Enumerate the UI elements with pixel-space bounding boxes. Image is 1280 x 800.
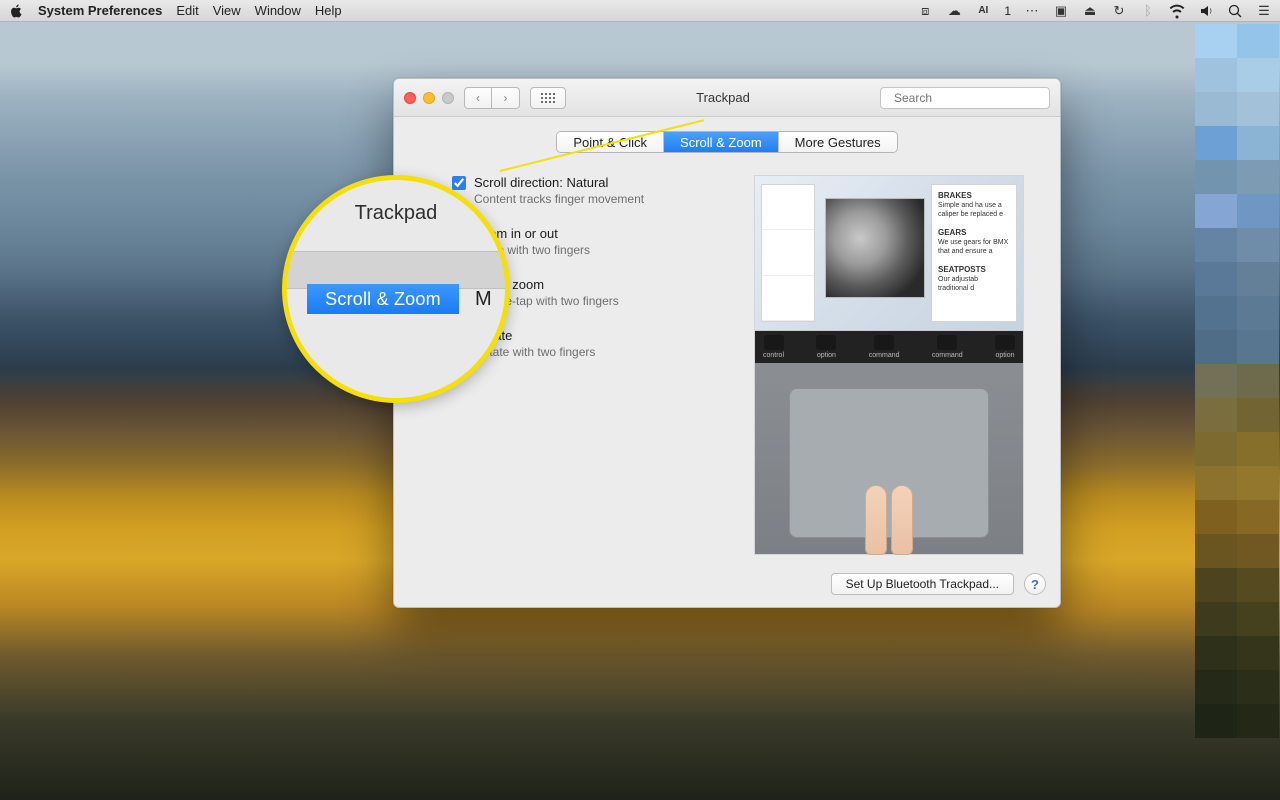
preview-body: Our adjustab traditional d [938, 276, 978, 292]
window-title: Trackpad [576, 90, 870, 105]
setup-bluetooth-button[interactable]: Set Up Bluetooth Trackpad... [831, 573, 1014, 595]
tab-more-gestures[interactable]: More Gestures [779, 132, 897, 152]
wifi-icon[interactable] [1169, 3, 1185, 19]
checkbox-scroll-direction[interactable] [452, 176, 466, 190]
menu-help[interactable]: Help [315, 3, 342, 18]
help-button[interactable]: ? [1024, 573, 1046, 595]
preview-thumbs [761, 184, 815, 322]
search-input[interactable] [894, 91, 1049, 105]
preview-heading: GEARS [938, 228, 966, 237]
option-scroll-direction[interactable]: Scroll direction: Natural Content tracks… [452, 175, 732, 206]
option-subtitle: Rotate with two fingers [474, 345, 732, 359]
preview-trackpad [789, 388, 989, 538]
zoom-icon [442, 92, 454, 104]
status-count: 1 [1004, 4, 1011, 18]
option-subtitle: Pinch with two fingers [474, 243, 732, 257]
airplay-icon[interactable]: ⏏ [1082, 3, 1098, 19]
key-label: option [995, 352, 1014, 359]
key-label: control [763, 352, 784, 359]
spotlight-icon[interactable] [1227, 3, 1243, 19]
preview-text-panel: BRAKES Simple and ha use a caliper be re… [931, 184, 1017, 322]
preview-heading: BRAKES [938, 191, 972, 200]
timemachine-icon[interactable]: ↻ [1111, 3, 1127, 19]
preview-fingers [865, 485, 913, 555]
window-titlebar: ‹ › Trackpad [394, 79, 1060, 117]
cloud-icon[interactable]: ☁ [946, 3, 962, 19]
menu-window[interactable]: Window [255, 3, 301, 18]
option-title: Scroll direction: Natural [474, 175, 608, 190]
menu-list-icon[interactable]: ☰ [1256, 3, 1272, 19]
preview-heading: SEATPOSTS [938, 265, 986, 274]
key-label: command [932, 352, 963, 359]
menu-view[interactable]: View [213, 3, 241, 18]
more-icon[interactable]: ⋯ [1024, 3, 1040, 19]
app-name[interactable]: System Preferences [38, 3, 162, 18]
preview-keys: control option command command option [755, 331, 1023, 363]
apple-icon[interactable] [8, 3, 24, 19]
callout-next-char: M [475, 288, 492, 311]
preview-photo [825, 198, 925, 298]
option-subtitle: Double-tap with two fingers [474, 294, 732, 308]
gesture-preview: BRAKES Simple and ha use a caliper be re… [754, 175, 1024, 555]
tab-scroll-zoom[interactable]: Scroll & Zoom [664, 132, 779, 152]
dropbox-icon[interactable]: ⧈ [917, 3, 933, 19]
display-icon[interactable]: ▣ [1053, 3, 1069, 19]
pixelation-artifact [1195, 24, 1280, 738]
menu-bar: System Preferences Edit View Window Help… [0, 0, 1280, 22]
callout-magnifier: Trackpad Scroll & Zoom M [282, 175, 510, 403]
preview-body: We use gears for BMX that and ensure a [938, 239, 1008, 255]
preview-body: Simple and ha use a caliper be replaced … [938, 202, 1003, 218]
key-label: option [817, 352, 836, 359]
grid-icon [541, 93, 555, 103]
minimize-icon[interactable] [423, 92, 435, 104]
bluetooth-icon[interactable]: ᛒ [1140, 3, 1156, 19]
window-controls [404, 92, 454, 104]
forward-button: › [492, 87, 520, 109]
menu-edit[interactable]: Edit [176, 3, 198, 18]
option-subtitle: Content tracks finger movement [474, 192, 732, 206]
preview-screen: BRAKES Simple and ha use a caliper be re… [755, 176, 1023, 331]
preview-trackpad-area [755, 363, 1023, 554]
adobe-icon[interactable]: AI [975, 3, 991, 19]
callout-tab: Scroll & Zoom [307, 284, 459, 314]
show-all-button[interactable] [530, 87, 566, 109]
key-label: command [869, 352, 900, 359]
close-icon[interactable] [404, 92, 416, 104]
back-button[interactable]: ‹ [464, 87, 492, 109]
search-field[interactable] [880, 87, 1050, 109]
callout-title: Trackpad [287, 202, 505, 225]
volume-icon[interactable] [1198, 3, 1214, 19]
